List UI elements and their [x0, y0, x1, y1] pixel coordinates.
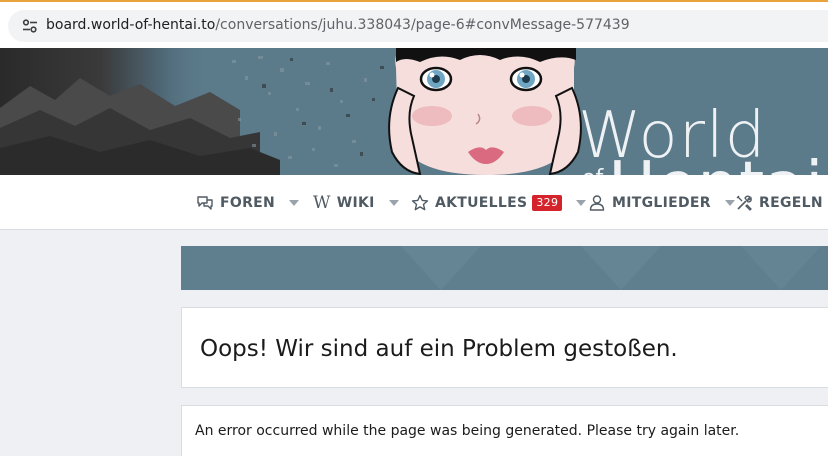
tools-icon [736, 195, 752, 211]
comments-icon [197, 195, 213, 210]
tune-icon[interactable] [22, 19, 38, 33]
nav-label-foren: FOREN [220, 194, 276, 211]
site-banner[interactable]: World of Hentai [0, 48, 828, 175]
error-title: Oops! Wir sind auf ein Problem gestoßen. [200, 336, 678, 362]
nav-item-wiki[interactable]: W WIKI [313, 175, 399, 230]
nav-item-foren[interactable]: FOREN [196, 175, 300, 230]
url-text[interactable]: board.world-of-hentai.to/conversations/j… [46, 17, 630, 33]
browser-address-bar: board.world-of-hentai.to/conversations/j… [0, 0, 828, 48]
logo-hentai-text: Hentai [608, 154, 824, 175]
nav-item-mitglieder[interactable]: MITGLIEDER [588, 175, 735, 230]
chevron-down-icon[interactable] [289, 199, 300, 206]
url-field[interactable]: board.world-of-hentai.to/conversations/j… [8, 10, 828, 42]
nav-label-wiki: WIKI [336, 194, 375, 211]
wikipedia-w-icon: W [313, 192, 331, 213]
nav-label-mitglieder: MITGLIEDER [612, 194, 711, 211]
header-pattern [181, 246, 828, 290]
logo-of-text: of [582, 168, 603, 176]
nav-label-regeln: REGELN [759, 194, 823, 211]
nav-label-aktuelles: AKTUELLES [435, 194, 528, 211]
anime-face-illustration [388, 48, 582, 175]
nav-item-regeln[interactable]: REGELN [735, 175, 823, 230]
nav-item-aktuelles[interactable]: AKTUELLES 329 [411, 175, 587, 230]
error-title-block: Oops! Wir sind auf ein Problem gestoßen. [181, 307, 828, 388]
chevron-down-icon[interactable] [576, 199, 587, 206]
main-navigation: FOREN W WIKI AKTUELLES 329 MITGLIEDER RE… [0, 175, 828, 230]
content-header-banner [181, 246, 828, 290]
chevron-down-icon[interactable] [388, 199, 399, 206]
error-message-block: An error occurred while the page was bei… [181, 405, 828, 456]
chevron-down-icon[interactable] [724, 199, 735, 206]
url-host: board.world-of-hentai.to [46, 17, 216, 33]
error-message: An error occurred while the page was bei… [195, 423, 740, 439]
star-icon [411, 194, 429, 210]
notification-count-badge: 329 [532, 194, 563, 211]
url-path: /conversations/juhu.338043/page-6#convMe… [215, 17, 630, 33]
user-icon [589, 194, 605, 211]
